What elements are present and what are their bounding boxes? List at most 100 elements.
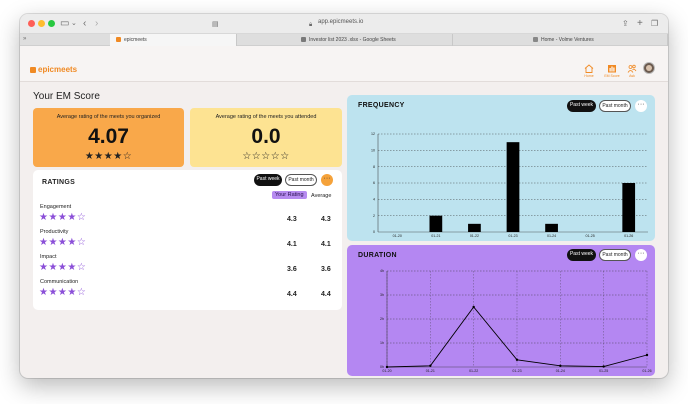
tab-volme-ventures[interactable]: Home - Volme Ventures bbox=[453, 34, 668, 46]
ratings-past-week-button[interactable]: Past week bbox=[254, 174, 282, 186]
duration-point bbox=[559, 364, 562, 367]
productivity-stars[interactable]: ★★★★☆ bbox=[39, 237, 86, 248]
y-tick-label: 3h bbox=[380, 293, 384, 297]
duration-point bbox=[429, 364, 432, 367]
tab-epicmeets[interactable]: epicmeets bbox=[110, 34, 237, 46]
back-arrow-icon[interactable]: ‹ bbox=[83, 17, 86, 31]
y-tick-label: 8 bbox=[373, 165, 375, 169]
organized-score-label: Average rating of the meets you organize… bbox=[56, 114, 161, 120]
nav-ask[interactable]: Ask bbox=[624, 64, 640, 78]
y-tick-label: 6 bbox=[373, 181, 375, 185]
frequency-chart: 0 2 4 6 8 10 12 01-20 01-21 01-22 01-23 01-24 01-25 0… bbox=[371, 132, 648, 238]
y-tick-label: 1h bbox=[380, 341, 384, 345]
ratings-card: RATINGS Past week Past month ··· Your Ra… bbox=[33, 170, 342, 310]
engagement-stars[interactable]: ★★★★☆ bbox=[39, 212, 86, 223]
share-icon[interactable]: ⇪ bbox=[622, 17, 629, 31]
app-logo[interactable]: epicmeets bbox=[30, 65, 77, 74]
average-header: Average bbox=[311, 193, 332, 199]
user-avatar[interactable] bbox=[643, 62, 655, 74]
y-tick-label: 0 bbox=[373, 230, 375, 234]
duration-point bbox=[602, 365, 605, 368]
impact-average: 3.6 bbox=[321, 266, 331, 273]
impact-your-rating: 3.6 bbox=[287, 266, 297, 273]
sidebar-toggle-icon[interactable]: ▭ bbox=[60, 17, 69, 31]
organized-score-stars: ★★★★☆ bbox=[84, 151, 133, 162]
maximize-window-button[interactable] bbox=[48, 20, 55, 27]
x-tick-label: 01-25 bbox=[586, 234, 595, 238]
x-tick-label: 01-20 bbox=[393, 234, 402, 238]
frequency-bar bbox=[545, 223, 558, 232]
bar-chart-icon bbox=[608, 65, 616, 73]
impact-stars[interactable]: ★★★★☆ bbox=[39, 262, 86, 273]
communication-stars[interactable]: ★★★★☆ bbox=[39, 287, 86, 298]
frequency-bar bbox=[622, 183, 636, 232]
y-tick-label: 4h bbox=[380, 269, 384, 273]
page-title: Your EM Score bbox=[33, 91, 100, 102]
duration-point bbox=[472, 305, 475, 309]
ratings-more-button[interactable]: ··· bbox=[321, 174, 333, 186]
your-rating-header: Your Rating bbox=[272, 191, 307, 199]
new-tab-icon[interactable]: + bbox=[637, 17, 643, 31]
sheets-favicon-icon bbox=[301, 37, 306, 42]
x-tick-label: 01-22 bbox=[469, 369, 478, 373]
x-tick-label: 01-26 bbox=[642, 369, 651, 373]
home-icon bbox=[584, 64, 594, 73]
minimize-window-button[interactable] bbox=[38, 20, 45, 27]
x-tick-label: 01-23 bbox=[512, 369, 521, 373]
productivity-your-rating: 4.1 bbox=[287, 241, 297, 248]
productivity-average: 4.1 bbox=[321, 241, 331, 248]
duration-panel: DURATION Past week Past month ··· 0h 1h 2h… bbox=[347, 245, 655, 376]
impact-label: Impact bbox=[40, 254, 57, 260]
page-settings-icon[interactable]: ▤ bbox=[212, 18, 219, 32]
forward-arrow-icon[interactable]: › bbox=[95, 17, 98, 31]
browser-window: ▭ ⌄ ‹ › ▤ 🔒︎ app.epicmeets.io ⇪ + ❐ » ep… bbox=[20, 14, 668, 378]
duration-chart: 0h1h2h3h4h01-20 01-21 01-22 01-23 01-24 01-25… bbox=[380, 269, 652, 373]
engagement-label: Engagement bbox=[40, 204, 72, 210]
y-tick-label: 2h bbox=[380, 317, 384, 321]
y-tick-label: 10 bbox=[371, 149, 375, 153]
x-tick-label: 01-24 bbox=[556, 369, 565, 373]
x-tick-label: 01-24 bbox=[547, 234, 556, 238]
organized-score-value: 4.07 bbox=[88, 125, 129, 148]
volme-favicon-icon bbox=[533, 37, 538, 42]
x-tick-label: 01-21 bbox=[426, 369, 435, 373]
browser-tabbar: » epicmeets Investor list 2023 .xlsx - G… bbox=[20, 34, 668, 46]
frequency-bar bbox=[506, 142, 520, 232]
communication-label: Communication bbox=[40, 279, 79, 285]
productivity-label: Productivity bbox=[40, 229, 69, 235]
duration-point bbox=[515, 358, 519, 361]
tab-list-icon[interactable]: » bbox=[23, 32, 26, 46]
nav-em-score[interactable]: EM Score bbox=[604, 64, 620, 78]
address-bar[interactable]: app.epicmeets.io bbox=[318, 19, 363, 25]
frequency-bar bbox=[468, 223, 481, 232]
frequency-panel: FREQUENCY Past week Past month ··· 02468… bbox=[347, 95, 655, 241]
chevron-down-icon[interactable]: ⌄ bbox=[71, 17, 77, 31]
communication-your-rating: 4.4 bbox=[287, 291, 297, 298]
epicmeets-favicon-icon bbox=[116, 37, 121, 42]
tab-overview-icon[interactable]: ❐ bbox=[651, 17, 658, 31]
lock-icon: 🔒︎ bbox=[309, 22, 313, 28]
attended-score-stars: ☆☆☆☆☆ bbox=[242, 151, 290, 162]
x-tick-label: 01-26 bbox=[624, 234, 633, 238]
x-tick-label: 01-23 bbox=[508, 234, 517, 238]
y-tick-label: 12 bbox=[371, 132, 375, 136]
close-window-button[interactable] bbox=[28, 20, 35, 27]
app-header: epicmeets Home EM Score Ask bbox=[20, 46, 668, 82]
tab-google-sheets[interactable]: Investor list 2023 .xlsx - Google Sheets bbox=[237, 34, 453, 46]
browser-titlebar: ▭ ⌄ ‹ › ▤ 🔒︎ app.epicmeets.io ⇪ + ❐ bbox=[20, 14, 668, 34]
people-icon bbox=[627, 64, 637, 73]
y-tick-label: 2 bbox=[373, 214, 375, 218]
ratings-title: RATINGS bbox=[42, 179, 76, 186]
x-tick-label: 01-21 bbox=[431, 234, 440, 238]
frequency-bar bbox=[429, 215, 443, 232]
organized-score-card: Average rating of the meets you organize… bbox=[33, 108, 184, 167]
x-tick-label: 01-22 bbox=[470, 234, 479, 238]
y-tick-label: 4 bbox=[373, 198, 375, 202]
communication-average: 4.4 bbox=[321, 291, 331, 298]
x-tick-label: 01-20 bbox=[382, 369, 391, 373]
x-tick-label: 01-25 bbox=[599, 369, 608, 373]
attended-score-value: 0.0 bbox=[251, 125, 281, 148]
nav-home[interactable]: Home bbox=[581, 64, 597, 78]
ratings-past-month-button[interactable]: Past month bbox=[285, 174, 317, 186]
attended-score-card: Average rating of the meets you attended… bbox=[190, 108, 342, 167]
